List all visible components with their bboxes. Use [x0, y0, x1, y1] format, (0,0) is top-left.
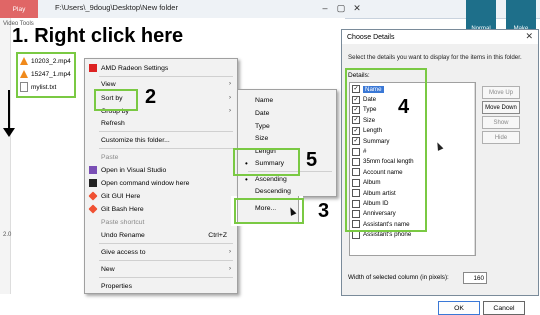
chevron-right-icon: › — [229, 266, 231, 272]
close-icon[interactable]: ✕ — [352, 2, 362, 14]
git-gui-icon — [88, 191, 98, 201]
file-name: 10203_2.mp4 — [31, 57, 71, 65]
file-name: 15247_1.mp4 — [31, 70, 71, 78]
menu-item-label: Open command window here — [101, 179, 190, 187]
chevron-right-icon: › — [229, 108, 231, 114]
menu-item-undo-rename[interactable]: Undo Rename Ctrl+Z — [85, 229, 237, 241]
sort-option-label: Size — [255, 134, 269, 142]
sort-option-type[interactable]: Type — [238, 120, 336, 132]
menu-item-amd-radeon-settings[interactable]: AMD Radeon Settings — [85, 62, 237, 74]
summary-highlight — [233, 148, 300, 176]
move-up-button[interactable]: Move Up — [482, 86, 520, 99]
maximize-icon[interactable]: ▢ — [336, 2, 346, 14]
vlc-icon — [20, 70, 28, 78]
menu-item-open-command-window[interactable]: Open command window here — [85, 177, 237, 189]
move-down-button[interactable]: Move Down — [482, 101, 520, 114]
sort-option-label: Type — [255, 122, 270, 130]
menu-item-label: Refresh — [101, 119, 125, 127]
git-bash-icon — [88, 204, 98, 214]
down-arrow-line — [8, 90, 10, 130]
ok-button[interactable]: OK — [438, 301, 480, 315]
menu-item-git-bash-here[interactable]: Git Bash Here — [85, 203, 237, 215]
menu-item-label: View — [101, 80, 116, 88]
menu-item-paste-shortcut: Paste shortcut — [85, 216, 237, 228]
details-scrollbar[interactable] — [474, 83, 475, 255]
column-width-label: Width of selected column (in pixels): — [348, 274, 449, 281]
sort-option-label: Date — [255, 109, 270, 117]
menu-item-label: AMD Radeon Settings — [101, 64, 169, 72]
sort-option-label: Descending — [255, 187, 291, 195]
dialog-description: Select the details you want to display f… — [348, 54, 522, 61]
menu-item-shortcut: Ctrl+Z — [208, 231, 227, 239]
sort-option-label: Name — [255, 96, 274, 104]
menu-item-label: Git GUI Here — [101, 192, 141, 200]
menu-item-refresh[interactable]: Refresh — [85, 117, 237, 129]
menu-separator — [99, 131, 233, 132]
menu-separator — [99, 148, 233, 149]
menu-separator — [99, 76, 233, 77]
window-path: F:\Users\_9doug\Desktop\New folder — [55, 3, 178, 12]
amd-icon — [89, 64, 97, 72]
details-list-highlight — [345, 68, 427, 232]
menu-separator — [99, 260, 233, 261]
menu-item-new[interactable]: New › — [85, 263, 237, 275]
detail-label: Assistant's phone — [363, 231, 412, 239]
navigation-pane-edge — [0, 18, 11, 294]
menu-separator — [99, 243, 233, 244]
play-tab[interactable]: Play — [0, 0, 38, 18]
step-5-callout: 5 — [306, 149, 318, 171]
sort-by-submenu: Name Date Type Size Length • Summary • A… — [237, 89, 337, 197]
menu-item-customize-folder[interactable]: Customize this folder... — [85, 134, 237, 146]
menu-item-label: New — [101, 265, 115, 273]
menu-item-open-in-visual-studio[interactable]: Open in Visual Studio — [85, 164, 237, 176]
vlc-icon — [20, 57, 28, 65]
dialog-titlebar: Choose Details ✕ — [342, 30, 538, 44]
close-icon[interactable]: ✕ — [525, 31, 533, 42]
menu-item-git-gui-here[interactable]: Git GUI Here — [85, 190, 237, 202]
menu-item-label: Paste shortcut — [101, 218, 145, 226]
dialog-title: Choose Details — [347, 33, 395, 41]
sort-option-name[interactable]: Name — [238, 94, 336, 106]
sort-option-size[interactable]: Size — [238, 132, 336, 144]
file-name: mylist.txt — [31, 83, 57, 91]
cancel-button[interactable]: Cancel — [483, 301, 525, 315]
minimize-icon[interactable]: – — [320, 2, 330, 14]
menu-item-give-access-to[interactable]: Give access to › — [85, 246, 237, 258]
step-3-callout: 3 — [318, 200, 330, 222]
menu-item-label: Paste — [101, 153, 119, 161]
sort-option-date[interactable]: Date — [238, 107, 336, 119]
column-width-input[interactable]: 160 — [463, 272, 487, 284]
menu-item-label: Customize this folder... — [101, 136, 170, 144]
step-1-callout: 1. Right click here — [12, 25, 184, 47]
left-margin-value: 2.0 — [3, 232, 12, 238]
menu-item-label: Open in Visual Studio — [101, 166, 167, 174]
chevron-right-icon: › — [229, 81, 231, 87]
step-2-callout: 2 — [145, 86, 157, 108]
menu-separator — [99, 277, 233, 278]
menu-item-properties[interactable]: Properties — [85, 280, 237, 292]
visual-studio-icon — [89, 166, 97, 174]
file-item[interactable]: 15247_1.mp4 — [20, 68, 71, 80]
hide-button[interactable]: Hide — [482, 131, 520, 144]
menu-item-label: Git Bash Here — [101, 205, 144, 213]
sort-by-highlight — [94, 89, 138, 111]
menu-item-paste: Paste — [85, 151, 237, 163]
file-item[interactable]: 10203_2.mp4 — [20, 55, 71, 67]
step-4-callout: 4 — [398, 96, 410, 118]
command-window-icon — [89, 179, 97, 187]
show-button[interactable]: Show — [482, 116, 520, 129]
file-list: 10203_2.mp4 15247_1.mp4 mylist.txt — [16, 52, 76, 98]
chevron-right-icon: › — [229, 95, 231, 101]
text-file-icon — [20, 82, 28, 92]
menu-item-label: Properties — [101, 282, 132, 290]
menu-item-label: Give access to — [101, 248, 146, 256]
chevron-right-icon: › — [229, 249, 231, 255]
file-item[interactable]: mylist.txt — [20, 81, 56, 93]
menu-item-label: Undo Rename — [101, 231, 145, 239]
sort-option-label: Ascending — [255, 175, 287, 183]
down-arrow-icon — [3, 128, 15, 137]
